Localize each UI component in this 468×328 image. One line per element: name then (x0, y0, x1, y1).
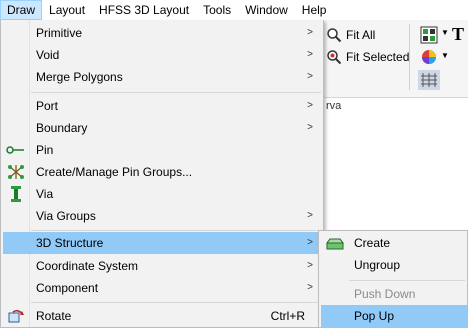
submenu-arrow-icon: > (307, 260, 313, 271)
menu-item-label: Via (36, 187, 54, 201)
submenu-item-label: Pop Up (354, 309, 395, 323)
via-icon (6, 185, 26, 203)
rotate-icon (6, 307, 26, 325)
submenu-arrow-icon: > (307, 49, 313, 60)
menu-item-label: Create/Manage Pin Groups... (36, 165, 193, 179)
menu-item-port[interactable]: Port > (3, 95, 321, 117)
menu-draw[interactable]: Draw (0, 0, 43, 20)
fit-selected-button[interactable]: Fit Selected (326, 47, 409, 67)
grid-icon[interactable] (418, 70, 440, 90)
menu-separator (31, 92, 321, 93)
submenu-item-push-down: Push Down (321, 283, 467, 305)
menu-separator (31, 302, 321, 303)
menu-item-pin[interactable]: Pin (3, 139, 321, 161)
toolbar-separator (409, 24, 410, 90)
fit-all-button[interactable]: Fit All (326, 25, 375, 45)
submenu-item-label: Push Down (354, 287, 416, 301)
menu-item-label: Void (36, 48, 60, 62)
draw-menu: Primitive > Void > Merge Polygons > Port… (0, 20, 324, 328)
submenu-arrow-icon: > (307, 27, 313, 38)
menu-item-primitive[interactable]: Primitive > (3, 22, 321, 44)
menu-item-label: 3D Structure (36, 236, 104, 250)
3d-structure-icon (325, 234, 345, 252)
submenu-arrow-icon: > (307, 100, 313, 111)
menu-help[interactable]: Help (295, 0, 334, 20)
menu-tools[interactable]: Tools (196, 0, 238, 20)
fit-selected-label: Fit Selected (346, 50, 410, 64)
zoom-fit-all-icon (326, 27, 342, 43)
menu-item-void[interactable]: Void > (3, 44, 321, 66)
text-tool-icon[interactable]: T (452, 24, 464, 45)
submenu-arrow-icon: > (307, 282, 313, 293)
fit-all-label: Fit All (346, 28, 376, 42)
pin-icon (6, 141, 26, 159)
menu-item-label: Boundary (36, 121, 88, 135)
menu-item-boundary[interactable]: Boundary > (3, 117, 321, 139)
zoom-fit-selected-icon (326, 49, 342, 65)
menu-item-label: Coordinate System (36, 259, 139, 273)
menu-separator (349, 280, 465, 281)
view-layout-icon[interactable] (420, 26, 438, 44)
menu-item-label: Pin (36, 143, 54, 157)
shortcut-label: Ctrl+R (270, 309, 305, 323)
menu-item-3d-structure[interactable]: 3D Structure > (3, 232, 321, 254)
dropdown-arrow-icon[interactable]: ▼ (441, 28, 449, 37)
submenu-item-pop-up[interactable]: Pop Up (321, 305, 467, 327)
menu-item-merge-polygons[interactable]: Merge Polygons > (3, 66, 321, 88)
submenu-item-label: Ungroup (354, 258, 401, 272)
menu-item-label: Rotate (36, 309, 72, 323)
submenu-arrow-icon: > (307, 122, 313, 133)
menu-layout[interactable]: Layout (42, 0, 92, 20)
3d-structure-submenu: Create Ungroup Push Down Pop Up (318, 230, 468, 328)
menu-item-label: Port (36, 99, 59, 113)
menu-item-pin-groups[interactable]: Create/Manage Pin Groups... (3, 161, 321, 183)
menu-item-label: Via Groups (36, 209, 96, 223)
menu-item-label: Component (36, 281, 99, 295)
submenu-item-create[interactable]: Create (321, 232, 467, 254)
menu-bar: Draw Layout HFSS 3D Layout Tools Window … (0, 0, 468, 20)
pin-groups-icon (6, 163, 26, 181)
menu-item-via-groups[interactable]: Via Groups > (3, 205, 321, 227)
menu-item-via[interactable]: Via (3, 183, 321, 205)
color-palette-icon[interactable] (420, 48, 438, 66)
dropdown-arrow-icon[interactable]: ▼ (441, 51, 449, 60)
submenu-arrow-icon: > (307, 237, 313, 248)
menu-item-label: Primitive (36, 26, 83, 40)
submenu-arrow-icon: > (307, 71, 313, 82)
menu-separator (31, 230, 321, 231)
submenu-arrow-icon: > (307, 210, 313, 221)
toolbar-caption: rva (326, 100, 342, 112)
menu-item-component[interactable]: Component > (3, 277, 321, 299)
menu-item-rotate[interactable]: Rotate Ctrl+R (3, 305, 321, 327)
menu-hfss-3d-layout[interactable]: HFSS 3D Layout (92, 0, 196, 20)
menu-item-label: Merge Polygons (36, 70, 123, 84)
submenu-item-label: Create (354, 236, 391, 250)
menu-window[interactable]: Window (238, 0, 295, 20)
menu-item-coordinate-system[interactable]: Coordinate System > (3, 255, 321, 277)
submenu-item-ungroup[interactable]: Ungroup (321, 254, 467, 276)
